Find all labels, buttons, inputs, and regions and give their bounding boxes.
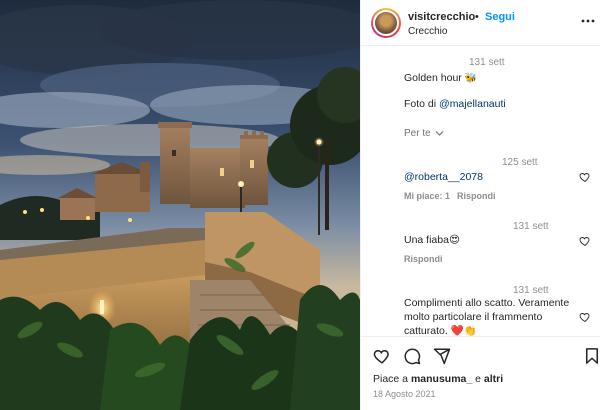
heart-icon[interactable] [579, 311, 591, 323]
comment-icon[interactable] [403, 347, 421, 365]
translate-label: Per te [404, 128, 431, 139]
comment-text-line-2: molto particolare il frammento [404, 311, 543, 323]
heart-icon[interactable] [579, 171, 591, 183]
comment-text-line-1: Complimenti allo scatto. Veramente [404, 297, 570, 309]
more-horizontal-icon[interactable] [581, 14, 595, 28]
reply-button[interactable]: Rispondi [457, 191, 496, 201]
post-side-panel: visitcrecchio • Segui Crecchio 131 sett … [360, 0, 600, 410]
follow-button[interactable]: Segui [485, 11, 515, 23]
caption-photo-credit: Foto di [404, 98, 440, 110]
liker-username[interactable]: manusuma_ [411, 373, 472, 385]
comment-text-row: Una fiaba😍 [404, 234, 460, 247]
separator-dot: • [475, 11, 479, 23]
likes-summary: Piace a manusuma_ e altri [373, 373, 503, 385]
post-header: visitcrecchio • Segui Crecchio [361, 0, 600, 46]
likes-prefix: Piace a [373, 373, 411, 385]
heart-icon[interactable] [579, 235, 591, 247]
likes-mid: e [472, 373, 484, 385]
comment-text-line-3: catturato. ❤️👏 [404, 325, 477, 336]
avatar-image [373, 10, 399, 36]
comments-feed[interactable]: 131 sett Golden hour 🐝 Foto di @majellan… [361, 47, 600, 336]
comment-likes[interactable]: Mi piace: 1 [404, 191, 450, 201]
location-link[interactable]: Crecchio [408, 26, 447, 37]
castle-photo [0, 0, 360, 410]
caption-text: Golden hour [404, 72, 462, 84]
mention-link[interactable]: @majellanauti [439, 98, 506, 110]
post-date[interactable]: 18 Agosto 2021 [373, 389, 436, 399]
heart-icon[interactable] [373, 347, 391, 365]
post-photo[interactable] [0, 0, 360, 410]
comment-text: Una fiaba [404, 234, 449, 246]
caption-time: 131 sett [469, 57, 505, 68]
translate-toggle[interactable]: Per te [404, 127, 444, 140]
send-icon[interactable] [433, 347, 451, 365]
comment-text[interactable]: @roberta__2078 [404, 171, 483, 184]
likes-others-link[interactable]: altri [484, 373, 503, 385]
bookmark-icon[interactable] [583, 347, 600, 365]
comment-time: 131 sett [513, 221, 549, 232]
comment-time: 125 sett [502, 157, 538, 168]
avatar[interactable] [371, 8, 401, 38]
chevron-down-icon [436, 130, 444, 136]
heart-eyes-emoji: 😍 [448, 234, 460, 246]
bee-emoji: 🐝 [464, 73, 478, 84]
reply-button[interactable]: Rispondi [404, 254, 443, 264]
username-link[interactable]: visitcrecchio [408, 11, 475, 23]
comment-text-end: catturato. [404, 325, 448, 336]
heart-clap-emoji: ❤️👏 [450, 325, 477, 336]
comment-time: 131 sett [513, 285, 549, 296]
post-actions: Piace a manusuma_ e altri 18 Agosto 2021 [361, 336, 600, 410]
caption-line-2: Foto di @majellanauti [404, 98, 506, 111]
caption-line-1: Golden hour 🐝 [404, 72, 477, 85]
